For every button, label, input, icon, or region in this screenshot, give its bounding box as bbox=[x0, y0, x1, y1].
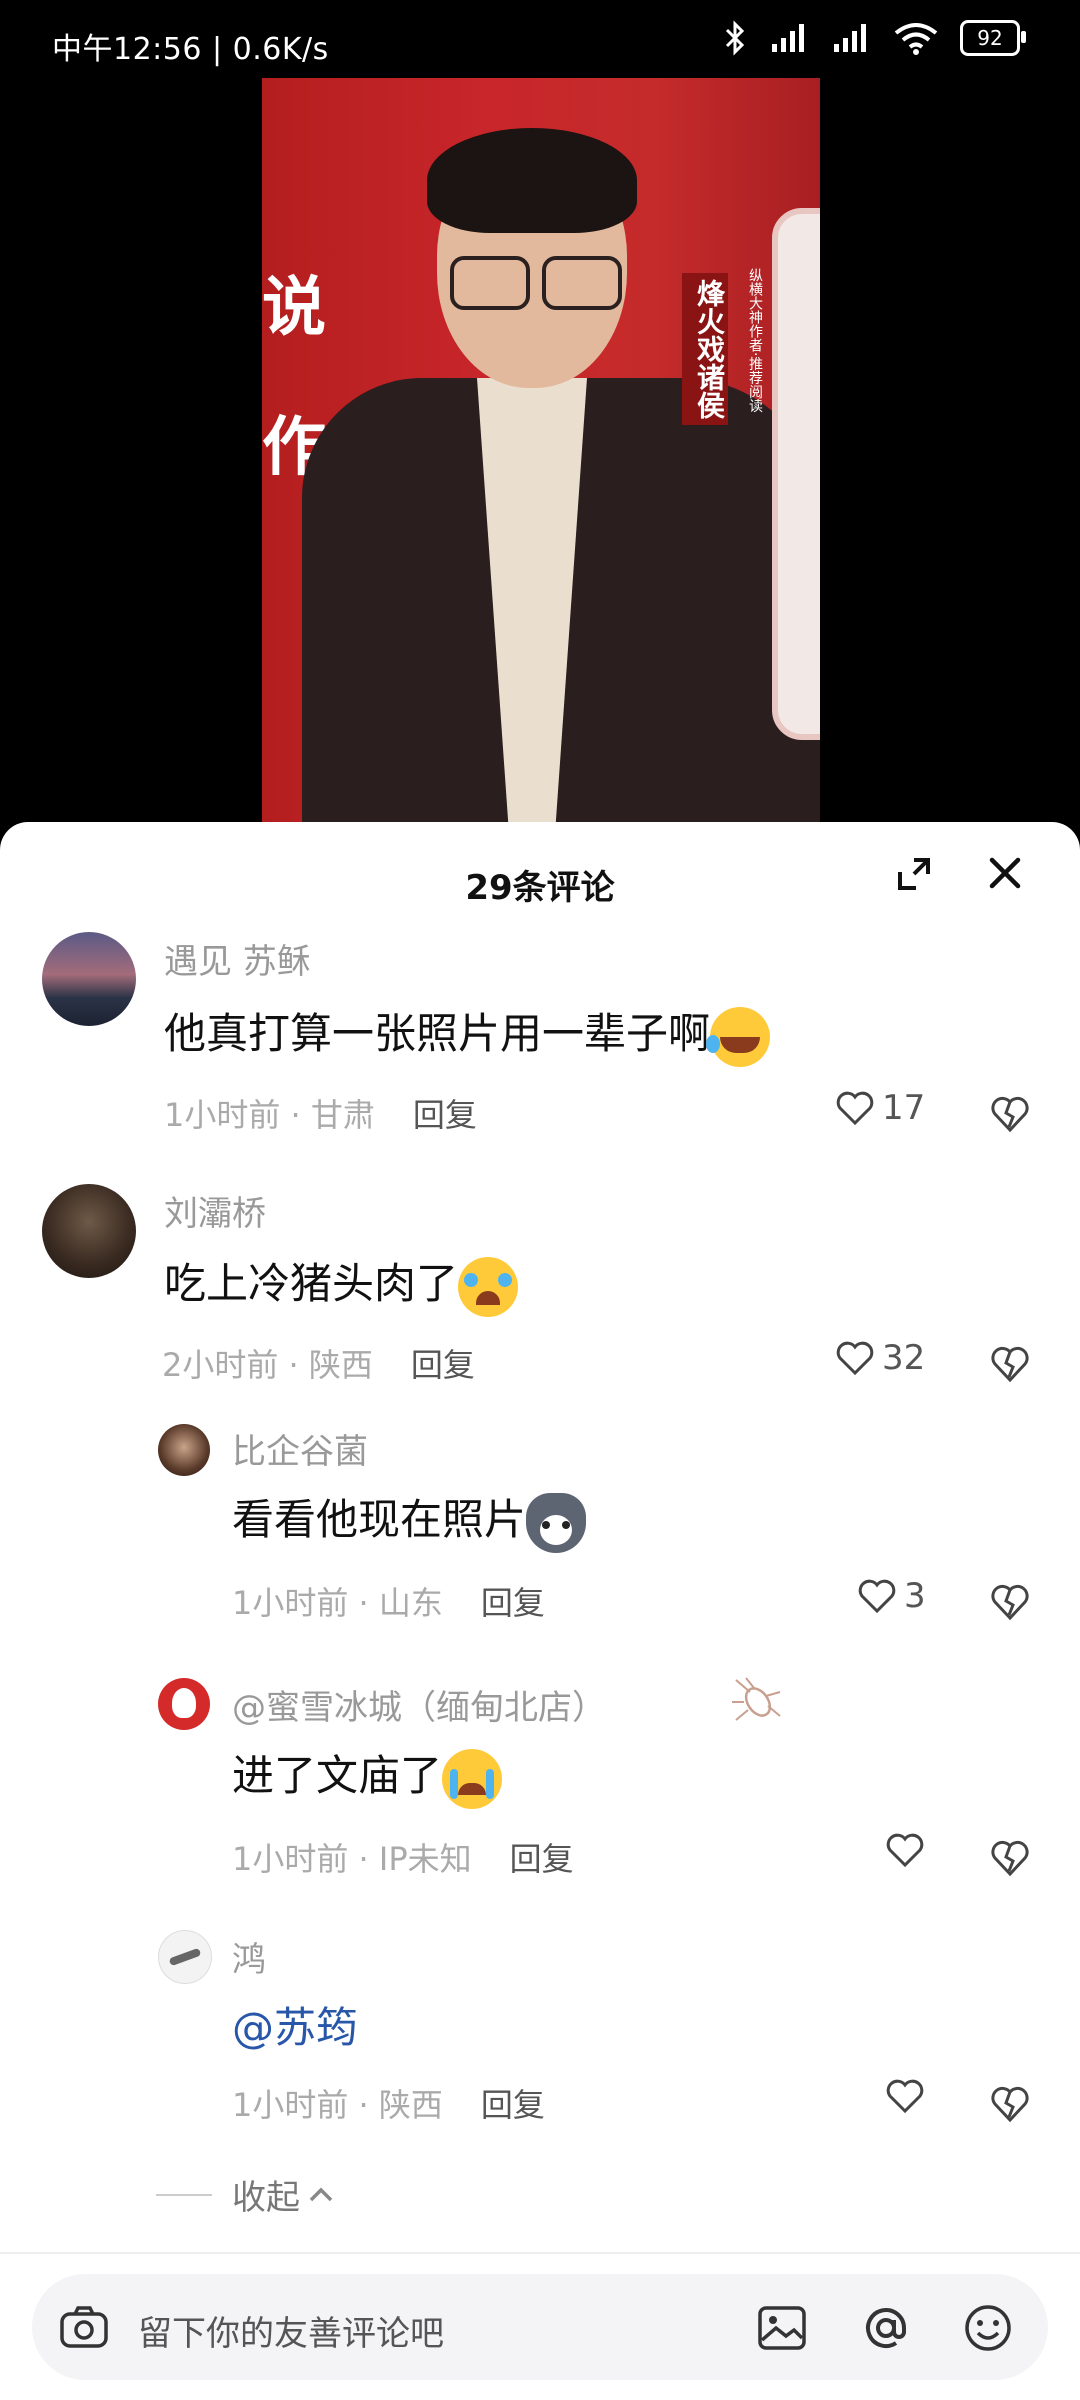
reply-location: IP未知 bbox=[378, 1840, 472, 1878]
image-icon[interactable] bbox=[754, 2300, 810, 2356]
avatar[interactable] bbox=[42, 932, 136, 1026]
reply-meta: 1小时前 · 陕西 回复 bbox=[232, 2086, 545, 2124]
divider bbox=[156, 2193, 212, 2196]
comment-time: 1小时前 bbox=[164, 1096, 281, 1134]
comment-input-placeholder: 留下你的友善评论吧 bbox=[138, 2314, 444, 2354]
like-button[interactable] bbox=[886, 1832, 932, 1868]
reply-meta: 1小时前 · IP未知 回复 bbox=[232, 1840, 574, 1878]
comment-text[interactable]: 吃上冷猪头肉了 bbox=[164, 1250, 519, 1317]
glasses-icon bbox=[450, 256, 622, 310]
reply-text[interactable]: 进了文庙了 bbox=[232, 1742, 503, 1809]
camera-icon[interactable] bbox=[56, 2300, 112, 2356]
comment-text[interactable]: 他真打算一张照片用一辈子啊 bbox=[164, 1000, 771, 1067]
battery-icon: 92 bbox=[960, 20, 1026, 56]
like-button[interactable]: 32 bbox=[836, 1338, 925, 1378]
reply-location: 陕西 bbox=[378, 2086, 443, 2124]
reply-text[interactable]: 看看他现在照片 bbox=[232, 1486, 587, 1553]
like-count: 17 bbox=[882, 1088, 926, 1128]
divider bbox=[0, 2252, 1080, 2254]
reply-text-value: 看看他现在照片 bbox=[232, 1495, 527, 1544]
like-button[interactable]: 17 bbox=[836, 1088, 925, 1128]
husky-emoji-icon bbox=[526, 1492, 587, 1553]
reply-username[interactable]: 比企谷菌 bbox=[232, 1424, 368, 1473]
poster-side-text: 纵横大神作者·推荐阅读 bbox=[747, 268, 763, 413]
heart-icon bbox=[858, 1579, 896, 1614]
avatar[interactable] bbox=[158, 1424, 210, 1476]
signal-icon-2 bbox=[834, 24, 866, 52]
comments-sheet: 29条评论 遇见 苏稣 他真打算一张照片用一辈子啊 1小时前 · 甘肃 回复 17… bbox=[0, 822, 1080, 2400]
status-icons: 92 bbox=[722, 20, 1026, 56]
reply-text-value: 进了文庙了 bbox=[232, 1751, 443, 1800]
comment-time: 2小时前 bbox=[162, 1346, 279, 1384]
at-mention-icon[interactable] bbox=[858, 2300, 914, 2356]
reply-button[interactable]: 回复 bbox=[411, 1346, 475, 1384]
emoji-icon[interactable] bbox=[960, 2300, 1016, 2356]
dislike-heart-icon[interactable] bbox=[990, 2084, 1030, 2124]
comment-username[interactable]: 刘灞桥 bbox=[164, 1186, 266, 1235]
chevron-up-icon bbox=[309, 2187, 333, 2201]
video-frame: 说作 烽火戏诸侯 纵横大神作者·推荐阅读 bbox=[262, 78, 820, 840]
collapse-label: 收起 bbox=[232, 2178, 300, 2218]
reply-button[interactable]: 回复 bbox=[481, 2086, 545, 2124]
heart-icon bbox=[836, 1091, 874, 1126]
close-icon[interactable] bbox=[980, 848, 1030, 898]
laughing-emoji-icon bbox=[706, 1006, 771, 1067]
comment-meta: 1小时前 · 甘肃 回复 bbox=[164, 1096, 477, 1134]
crying-emoji-icon bbox=[442, 1748, 503, 1809]
signal-icon bbox=[772, 24, 804, 52]
heart-icon bbox=[886, 1833, 924, 1868]
dislike-heart-icon[interactable] bbox=[990, 1094, 1030, 1134]
avatar[interactable] bbox=[158, 1930, 212, 1984]
like-button[interactable]: 3 bbox=[858, 1576, 926, 1616]
poster-phone-card bbox=[772, 208, 820, 740]
comment-username[interactable]: 遇见 苏稣 bbox=[164, 934, 311, 983]
video-player[interactable]: 说作 烽火戏诸侯 纵横大神作者·推荐阅读 bbox=[0, 78, 1080, 840]
reply-button[interactable]: 回复 bbox=[413, 1096, 477, 1134]
reply-time: 1小时前 bbox=[232, 1840, 349, 1878]
dislike-heart-icon[interactable] bbox=[990, 1582, 1030, 1622]
like-button[interactable] bbox=[886, 2078, 932, 2114]
crying-emoji-icon bbox=[458, 1256, 519, 1317]
expand-icon[interactable] bbox=[892, 852, 936, 896]
comment-input[interactable]: 留下你的友善评论吧 bbox=[32, 2274, 1048, 2380]
poster-title: 烽火戏诸侯 bbox=[682, 273, 728, 425]
avatar[interactable] bbox=[42, 1184, 136, 1278]
comment-text-value: 他真打算一张照片用一辈子啊 bbox=[164, 1009, 711, 1058]
like-count: 32 bbox=[882, 1338, 926, 1378]
status-time: 中午12:56 | 0.6K/s bbox=[52, 32, 329, 67]
wifi-icon bbox=[894, 23, 938, 55]
heart-icon bbox=[886, 2079, 924, 2114]
status-bar: 中午12:56 | 0.6K/s 92 bbox=[0, 0, 1080, 78]
bluetooth-icon bbox=[725, 20, 745, 56]
reply-button[interactable]: 回复 bbox=[481, 1584, 545, 1622]
reply-time: 1小时前 bbox=[232, 2086, 349, 2124]
reply-text[interactable]: @苏筠 bbox=[232, 1994, 358, 2055]
cockroach-icon bbox=[732, 1677, 781, 1721]
reply-button[interactable]: 回复 bbox=[510, 1840, 574, 1878]
reply-username[interactable]: @蜜雪冰城（缅甸北店） bbox=[232, 1680, 606, 1729]
person-hair bbox=[427, 128, 637, 233]
heart-icon bbox=[836, 1341, 874, 1376]
avatar[interactable] bbox=[158, 1678, 210, 1730]
comment-location: 甘肃 bbox=[310, 1096, 375, 1134]
collapse-replies-button[interactable]: 收起 bbox=[156, 2170, 336, 2219]
comment-text-value: 吃上冷猪头肉了 bbox=[164, 1259, 459, 1308]
reply-meta: 1小时前 · 山东 回复 bbox=[232, 1584, 545, 1622]
like-count: 3 bbox=[904, 1576, 926, 1616]
comment-meta: 2小时前 · 陕西 回复 bbox=[162, 1346, 475, 1384]
dislike-heart-icon[interactable] bbox=[990, 1838, 1030, 1878]
dislike-heart-icon[interactable] bbox=[990, 1344, 1030, 1384]
reply-time: 1小时前 bbox=[232, 1584, 349, 1622]
comment-location: 陕西 bbox=[308, 1346, 373, 1384]
reply-username[interactable]: 鸿 bbox=[232, 1932, 266, 1981]
mention-link[interactable]: @苏筠 bbox=[232, 2003, 358, 2052]
reply-location: 山东 bbox=[378, 1584, 443, 1622]
